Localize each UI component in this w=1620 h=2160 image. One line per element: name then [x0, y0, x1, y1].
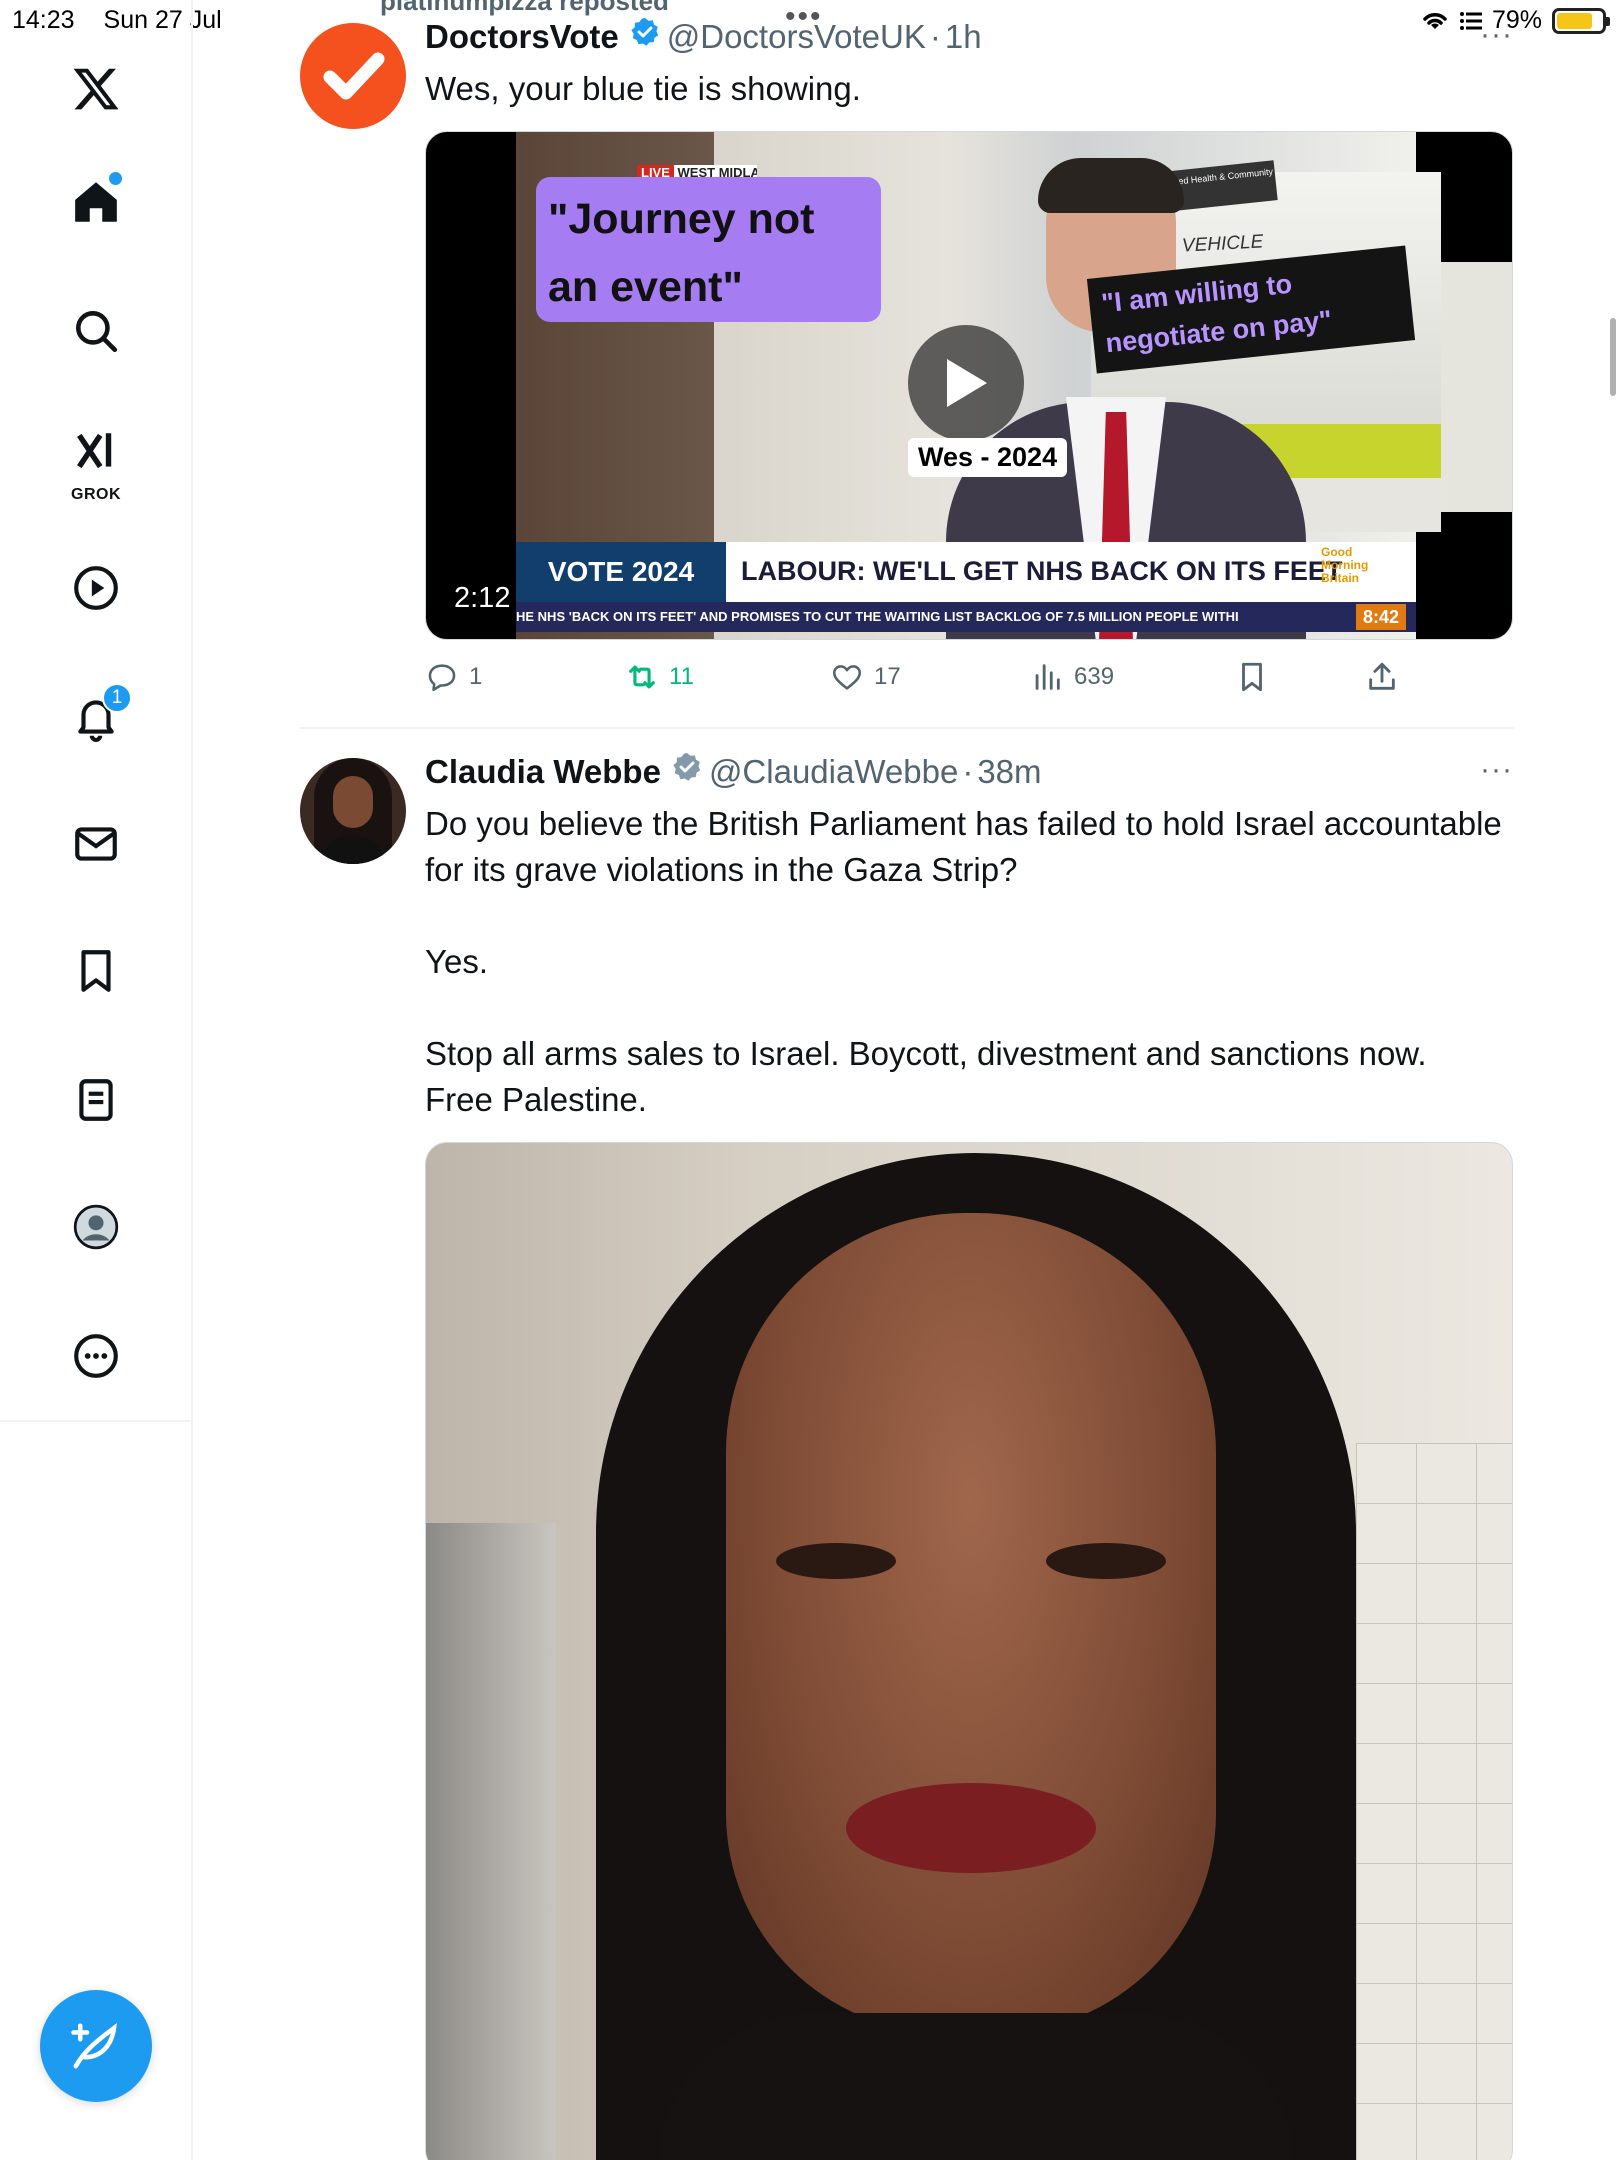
person-face-shape	[726, 1213, 1216, 2033]
sidebar: GROK 1	[0, 0, 193, 2160]
bookmark-icon	[1242, 662, 1262, 692]
sidebar-item-explore[interactable]	[56, 291, 136, 371]
tweet-text-line	[425, 985, 1515, 1031]
reply-icon	[428, 664, 456, 692]
ticker-headline: LABOUR: WE'LL GET NHS BACK ON ITS FEET	[741, 556, 1343, 586]
sidebar-item-home[interactable]	[56, 162, 136, 242]
compose-button[interactable]	[40, 1990, 152, 2102]
tweet-more-icon[interactable]: ···	[1480, 753, 1513, 787]
sidebar-item-more[interactable]	[56, 1316, 136, 1396]
wifi-icon	[1423, 12, 1447, 29]
home-unread-dot	[109, 172, 122, 185]
sidebar-item-grok[interactable]: GROK	[56, 418, 136, 508]
tweet-text-line: Do you believe the British Parliament ha…	[425, 805, 1502, 888]
author-name[interactable]: Claudia Webbe	[425, 753, 661, 791]
tweet-text-line: Free Palestine.	[425, 1081, 647, 1118]
sidebar-item-notifications[interactable]: 1	[56, 677, 136, 757]
scrollbar-thumb[interactable]	[1610, 318, 1616, 396]
person-clothing-shape	[656, 2013, 1296, 2160]
author-handle[interactable]: @DoctorsVoteUK	[667, 18, 926, 56]
search-icon	[76, 311, 118, 353]
views-chart-icon	[1035, 664, 1060, 690]
check-logo-icon	[323, 52, 385, 100]
verified-badge-icon	[631, 18, 658, 46]
quote-overlay-journey: "Journey not an event"	[536, 177, 881, 322]
ticker-crawl: HE NHS 'BACK ON ITS FEET' AND PROMISES T…	[516, 602, 1416, 632]
video-caption: Wes - 2024	[908, 438, 1068, 477]
repost-count: 11	[669, 663, 694, 690]
mail-icon	[75, 827, 117, 861]
sidebar-item-lists[interactable]	[56, 1060, 136, 1140]
wall-tiles-shape	[1356, 1443, 1512, 2160]
share-button[interactable]	[1365, 660, 1399, 694]
tweet-text-line: Yes.	[425, 943, 489, 980]
tweet-header: Claudia Webbe @ClaudiaWebbe · 38m	[425, 753, 1042, 791]
verified-badge-grey-icon	[673, 753, 701, 781]
like-button[interactable]: 17	[830, 660, 901, 694]
tweet-video[interactable]: School of Allied Health & Community TRAI…	[425, 131, 1513, 640]
sidebar-divider	[0, 1420, 193, 1422]
claudiawebbe-avatar[interactable]	[300, 758, 406, 864]
notifications-badge: 1	[102, 683, 132, 713]
tweet-more-icon[interactable]: ···	[1480, 18, 1513, 52]
person-hair-shape	[1038, 158, 1184, 213]
kitchen-appliance-shape	[426, 1523, 556, 2160]
tweet-header: DoctorsVote @DoctorsVoteUK · 1h	[425, 18, 982, 56]
play-button[interactable]	[908, 325, 1024, 441]
tweet-video[interactable]	[425, 1142, 1513, 2160]
ticker-clock: 8:42	[1356, 604, 1407, 630]
heart-icon	[832, 665, 862, 690]
view-count: 639	[1074, 663, 1115, 690]
author-handle[interactable]: @ClaudiaWebbe	[709, 753, 958, 791]
repost-button[interactable]: 11	[625, 660, 694, 694]
news-ticker: VOTE 2024 LABOUR: WE'LL GET NHS BACK ON …	[516, 542, 1416, 602]
play-icon	[947, 359, 987, 407]
x-logo-icon[interactable]	[56, 49, 136, 129]
person-eye-left-shape	[776, 1543, 896, 1579]
author-name[interactable]: DoctorsVote	[425, 18, 619, 56]
play-icon	[74, 566, 118, 610]
tweet-time[interactable]: 1h	[945, 18, 982, 56]
ticker-brand: Good Morning Britain	[1321, 545, 1369, 585]
sidebar-item-bookmarks[interactable]	[56, 931, 136, 1011]
reply-button[interactable]: 1	[425, 660, 482, 694]
person-mouth-shape	[846, 1783, 1096, 1873]
sidebar-item-profile[interactable]	[56, 1187, 136, 1267]
grok-label: GROK	[71, 486, 121, 503]
tweet-text: Wes, your blue tie is showing.	[425, 70, 861, 107]
more-circle-icon	[74, 1334, 118, 1378]
tweet-divider	[300, 727, 1514, 729]
tweet-time[interactable]: 38m	[977, 753, 1041, 791]
tweet-text-line: Stop all arms sales to Israel. Boycott, …	[425, 1035, 1427, 1072]
compose-icon	[71, 2023, 117, 2069]
bookmark-button[interactable]	[1235, 660, 1269, 694]
repost-icon	[629, 665, 655, 689]
ticker-vote-label: VOTE 2024	[516, 542, 726, 602]
like-count: 17	[874, 663, 901, 690]
bookmark-icon	[81, 950, 111, 992]
focus-list-icon	[1459, 11, 1482, 30]
profile-icon	[73, 1204, 119, 1250]
battery-charging-icon	[1552, 7, 1610, 34]
list-icon	[79, 1079, 113, 1121]
grok-icon	[77, 433, 112, 469]
tweet-text-line	[425, 893, 1515, 939]
video-duration: 2:12	[454, 582, 511, 614]
sidebar-item-videos[interactable]	[56, 548, 136, 628]
doctorsvote-avatar[interactable]	[300, 23, 406, 129]
tweet-text: Do you believe the British Parliament ha…	[425, 801, 1515, 1123]
avatar-face-shape	[333, 776, 373, 828]
tweet-action-bar: 1 11 17 639	[425, 660, 1425, 700]
repost-banner: platinumpizza reposted	[380, 0, 669, 16]
reply-count: 1	[469, 663, 483, 690]
share-icon	[1369, 662, 1395, 690]
views-button[interactable]: 639	[1030, 660, 1114, 694]
sidebar-item-messages[interactable]	[56, 804, 136, 884]
person-eye-right-shape	[1046, 1543, 1166, 1579]
